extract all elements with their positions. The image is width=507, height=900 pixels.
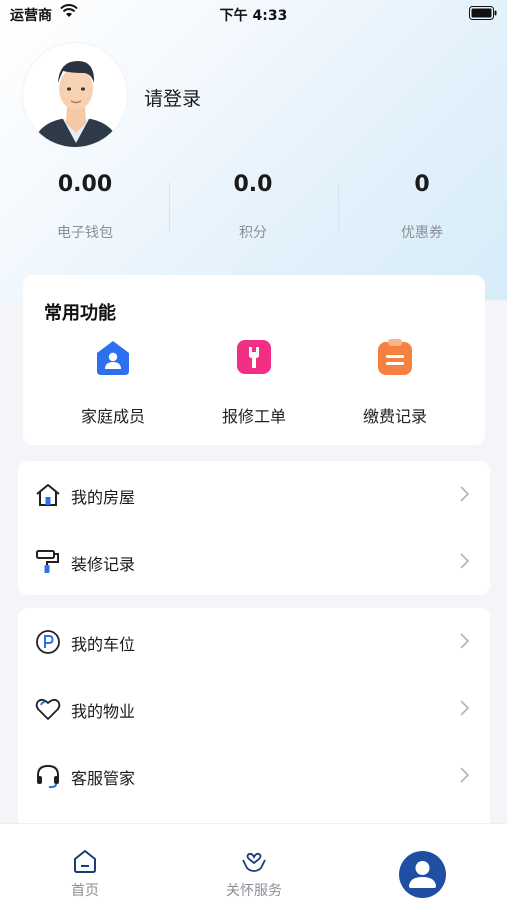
stat-divider [169, 182, 170, 234]
menu-group-services: 我的车位 我的物业 客服管家 [18, 608, 490, 823]
care-icon [242, 852, 266, 872]
coupon-label: 优惠券 [401, 225, 443, 241]
chevron-right-icon [460, 553, 470, 569]
coupon-stat[interactable]: 0 优惠券 [342, 168, 502, 242]
tab-home[interactable]: 首页 [25, 824, 145, 900]
family-members-button[interactable]: 家庭成员 [53, 337, 173, 427]
user-icon [409, 861, 436, 888]
tab-bar: 首页 关怀服务 [0, 823, 507, 900]
stat-divider [338, 182, 339, 234]
chevron-right-icon [460, 700, 470, 716]
repair-icon [237, 340, 271, 374]
chevron-right-icon [460, 767, 470, 783]
login-prompt[interactable]: 请登录 [144, 84, 201, 111]
avatar-illustration-icon [23, 43, 127, 147]
paint-roller-icon [36, 550, 59, 573]
menu-group-house: 我的房屋 装修记录 [18, 461, 490, 595]
wallet-label: 电子钱包 [57, 225, 113, 241]
headset-icon [37, 764, 59, 788]
menu-label: 我的房屋 [71, 488, 136, 507]
battery-icon [469, 6, 497, 20]
coupon-value: 0 [414, 172, 430, 197]
clipboard-icon [378, 339, 412, 375]
points-label: 积分 [239, 225, 267, 241]
common-functions-card: 常用功能 家庭成员 报修工单 缴费记录 [23, 275, 485, 445]
common-functions-title: 常用功能 [44, 303, 116, 324]
menu-label: 我的物业 [71, 702, 136, 721]
account-stats: 0.00 电子钱包 0.0 积分 0 优惠券 [0, 168, 507, 248]
wallet-stat[interactable]: 0.00 电子钱包 [5, 168, 165, 242]
home-icon [74, 850, 96, 873]
chevron-right-icon [460, 633, 470, 649]
repair-order-button[interactable]: 报修工单 [194, 337, 314, 427]
tab-care-label: 关怀服务 [226, 883, 282, 899]
menu-label: 装修记录 [71, 555, 136, 574]
payment-records-button[interactable]: 缴费记录 [335, 337, 455, 427]
menu-item-customer-service[interactable]: 客服管家 [18, 742, 490, 809]
payment-records-label: 缴费记录 [362, 407, 427, 426]
heart-icon [35, 698, 61, 720]
tab-home-label: 首页 [71, 883, 99, 899]
chevron-right-icon [460, 486, 470, 502]
family-members-label: 家庭成员 [80, 407, 145, 426]
menu-item-my-property[interactable]: 我的物业 [18, 675, 490, 742]
points-value: 0.0 [233, 172, 273, 197]
menu-label: 我的车位 [71, 635, 136, 654]
house-icon [36, 484, 60, 506]
status-bar: 运营商 下午 4:33 [0, 0, 507, 30]
avatar[interactable] [22, 42, 128, 148]
family-icon [97, 341, 129, 375]
menu-item-renovation-records[interactable]: 装修记录 [18, 528, 490, 595]
wallet-value: 0.00 [57, 172, 113, 197]
menu-item-my-parking[interactable]: 我的车位 [18, 608, 490, 675]
menu-label: 客服管家 [71, 769, 136, 788]
repair-order-label: 报修工单 [221, 407, 286, 426]
menu-item-my-house[interactable]: 我的房屋 [18, 461, 490, 528]
tab-care-service[interactable]: 关怀服务 [194, 824, 314, 900]
points-stat[interactable]: 0.0 积分 [173, 168, 333, 242]
parking-icon [36, 630, 60, 654]
status-time: 下午 4:33 [219, 8, 288, 24]
tab-me[interactable] [399, 851, 446, 898]
